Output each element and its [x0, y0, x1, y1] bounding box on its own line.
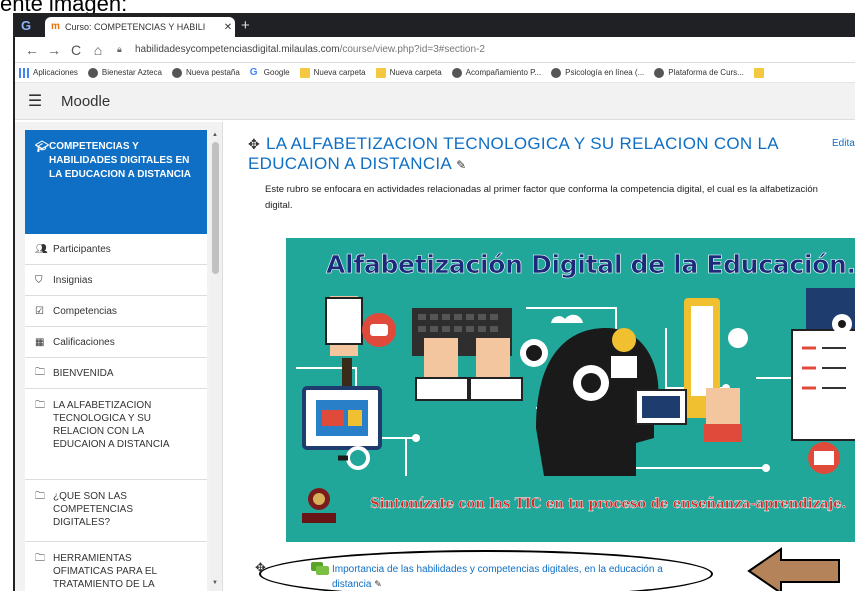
lock-icon[interactable]: 🔒︎ — [117, 44, 131, 55]
google-icon: G — [249, 66, 258, 78]
activity-link[interactable]: Importancia de las habilidades y compete… — [332, 562, 702, 591]
bookmark-bienestar-azteca[interactable]: Bienestar Azteca — [87, 67, 162, 78]
bookmark-label: Aplicaciones — [33, 68, 78, 77]
bookmark-label: Psicología en línea (... — [565, 68, 645, 77]
bookmark-label: Nueva carpeta — [389, 68, 442, 77]
bookmark-label: Bienestar Azteca — [101, 68, 162, 77]
scroll-up-icon[interactable]: ▲ — [212, 132, 218, 138]
forum-icon — [311, 562, 329, 575]
forward-arrow-icon[interactable]: → — [43, 42, 65, 58]
pencil-icon[interactable]: ✎ — [456, 158, 466, 172]
reload-icon[interactable]: C — [65, 42, 87, 58]
menu-toggle-icon[interactable]: ☰ — [15, 91, 55, 111]
folder-icon: 🗀︎ — [35, 491, 45, 502]
drawer-item-label: Participantes — [53, 243, 111, 255]
bookmark-label: Acompañamiento P... — [465, 68, 542, 77]
users-icon: 👥︎ — [35, 243, 48, 255]
bookmark-nueva-pestana[interactable]: Nueva pestaña — [171, 67, 240, 78]
drawer-item-label: ¿QUE SON LAS COMPETENCIAS DIGITALES? — [53, 491, 134, 528]
folder-icon — [299, 67, 310, 78]
drawer-list: 🎓︎ COMPETENCIAS Y HABILIDADES DIGITALES … — [25, 130, 207, 591]
new-tab-button[interactable]: + — [241, 17, 250, 34]
close-icon[interactable]: ✕ — [221, 22, 235, 33]
folder-icon: 🗀︎ — [35, 400, 45, 411]
drawer-item-herramientas[interactable]: 🗀︎ HERRAMIENTAS OFIMATICAS PARA EL TRATA… — [25, 542, 207, 591]
bookmark-nueva-carpeta-2[interactable]: Nueva carpeta — [375, 67, 442, 78]
globe-icon — [451, 67, 462, 78]
bookmark-acompanamiento[interactable]: Acompañamiento P... — [451, 67, 542, 78]
bookmarks-bar: Aplicaciones Bienestar Azteca Nueva pest… — [15, 63, 855, 83]
moodle-header: ☰ Moodle — [15, 83, 855, 120]
address-bar: ← → C ⌂ 🔒︎ habilidadesycompetenciasdigit… — [15, 37, 855, 63]
drawer-item-label: Insignias — [53, 274, 93, 286]
drawer-item-label: HERRAMIENTAS OFIMATICAS PARA EL TRATAMIE… — [53, 553, 157, 590]
apps-icon — [19, 67, 29, 78]
drawer-item-label: LA ALFABETIZACION TECNOLOGICA Y SU RELAC… — [53, 400, 170, 450]
home-icon[interactable]: ⌂ — [87, 42, 109, 58]
drawer-item-competencias[interactable]: ☑ Competencias — [25, 296, 207, 327]
drawer-item-label: BIENVENIDA — [53, 367, 114, 379]
drawer-item-alfabetizacion[interactable]: 🗀︎ LA ALFABETIZACION TECNOLOGICA Y SU RE… — [25, 389, 207, 480]
banner-subtitle: Sintonízate con las TIC en tu proceso de… — [370, 496, 847, 512]
scroll-thumb[interactable] — [212, 142, 219, 274]
globe-icon — [654, 67, 665, 78]
scroll-down-icon[interactable]: ▼ — [212, 580, 218, 586]
bookmark-aplicaciones[interactable]: Aplicaciones — [19, 67, 78, 78]
drawer-item-calificaciones[interactable]: ▦ Calificaciones — [25, 327, 207, 358]
browser-window: G m Curso: COMPETENCIAS Y HABILI ✕ + ← →… — [13, 13, 855, 591]
globe-icon — [551, 67, 562, 78]
bookmark-nueva-carpeta-1[interactable]: Nueva carpeta — [299, 67, 366, 78]
folder-icon: 🗀︎ — [35, 553, 45, 564]
tab-course[interactable]: m Curso: COMPETENCIAS Y HABILI ✕ — [45, 17, 235, 37]
checkbox-icon: ☑ — [35, 305, 44, 317]
bookmark-plataforma[interactable]: Plataforma de Curs... — [654, 67, 744, 78]
drawer-item-participantes[interactable]: 👥︎ Participantes — [25, 234, 207, 265]
banner-title: Alfabetización Digital de la Educación. — [326, 250, 855, 280]
section-title-text[interactable]: LA ALFABETIZACION TECNOLOGICA Y SU RELAC… — [248, 134, 778, 173]
drawer-item-label: Calificaciones — [53, 336, 115, 348]
usmp-logo — [302, 488, 336, 523]
bookmark-label: Nueva pestaña — [185, 68, 240, 77]
pointer-arrow — [747, 547, 840, 591]
drawer-course-label: COMPETENCIAS Y HABILIDADES DIGITALES EN … — [48, 141, 191, 180]
table-icon: ▦ — [35, 336, 45, 348]
folder-icon — [753, 67, 764, 78]
drawer-item-competencias-digitales[interactable]: 🗀︎ ¿QUE SON LAS COMPETENCIAS DIGITALES? — [25, 480, 207, 542]
site-brand[interactable]: Moodle — [61, 93, 110, 110]
tab-title: Curso: COMPETENCIAS Y HABILI — [65, 22, 206, 32]
pencil-icon[interactable]: ✎ — [374, 579, 382, 589]
bookmark-label: Nueva carpeta — [313, 68, 366, 77]
edit-menu-link[interactable]: Editar — [832, 138, 855, 149]
section-title: ✥ LA ALFABETIZACION TECNOLOGICA Y SU RELA… — [248, 134, 808, 175]
folder-icon — [375, 67, 386, 78]
drawer-item-label: Competencias — [53, 305, 117, 317]
tab-strip: G m Curso: COMPETENCIAS Y HABILI ✕ + — [15, 15, 855, 37]
banner-image: Alfabetización Digital de la Educación. … — [286, 238, 855, 542]
move-icon[interactable]: ✥ — [248, 136, 260, 152]
bookmark-psicologia[interactable]: Psicología en línea (... — [551, 67, 645, 78]
graduation-cap-icon: 🎓︎ — [35, 141, 49, 153]
url-host: habilidadesycompetenciasdigital.milaulas… — [135, 44, 340, 55]
bookmark-label: Plataforma de Curs... — [668, 68, 744, 77]
bookmark-label: Google — [263, 68, 290, 77]
course-content: ✥ LA ALFABETIZACION TECNOLOGICA Y SU RELA… — [235, 122, 855, 591]
drawer-item-insignias[interactable]: ⛉ Insignias — [25, 265, 207, 296]
drawer-course-link[interactable]: 🎓︎ COMPETENCIAS Y HABILIDADES DIGITALES … — [25, 130, 207, 234]
nav-drawer: 🎓︎ COMPETENCIAS Y HABILIDADES DIGITALES … — [15, 122, 223, 591]
globe-icon — [171, 67, 182, 78]
bookmark-google[interactable]: G Google — [249, 66, 290, 78]
move-icon[interactable]: ✥ — [255, 560, 266, 575]
bookmark-folder-extra[interactable] — [753, 67, 768, 78]
section-summary: Este rubro se enfocara en actividades re… — [265, 184, 818, 211]
shield-icon: ⛉ — [35, 274, 43, 286]
url-path: /course/view.php?id=3#section-2 — [339, 44, 485, 55]
moodle-favicon-icon: m — [51, 21, 60, 32]
drawer-item-bienvenida[interactable]: 🗀︎ BIENVENIDA — [25, 358, 207, 389]
globe-icon — [87, 67, 98, 78]
back-arrow-icon[interactable]: ← — [21, 42, 43, 58]
drawer-scrollbar[interactable]: ▲ ▼ — [210, 130, 221, 591]
google-icon[interactable]: G — [21, 18, 37, 34]
folder-icon: 🗀︎ — [35, 366, 45, 378]
url-field[interactable]: habilidadesycompetenciasdigital.milaulas… — [135, 44, 485, 55]
